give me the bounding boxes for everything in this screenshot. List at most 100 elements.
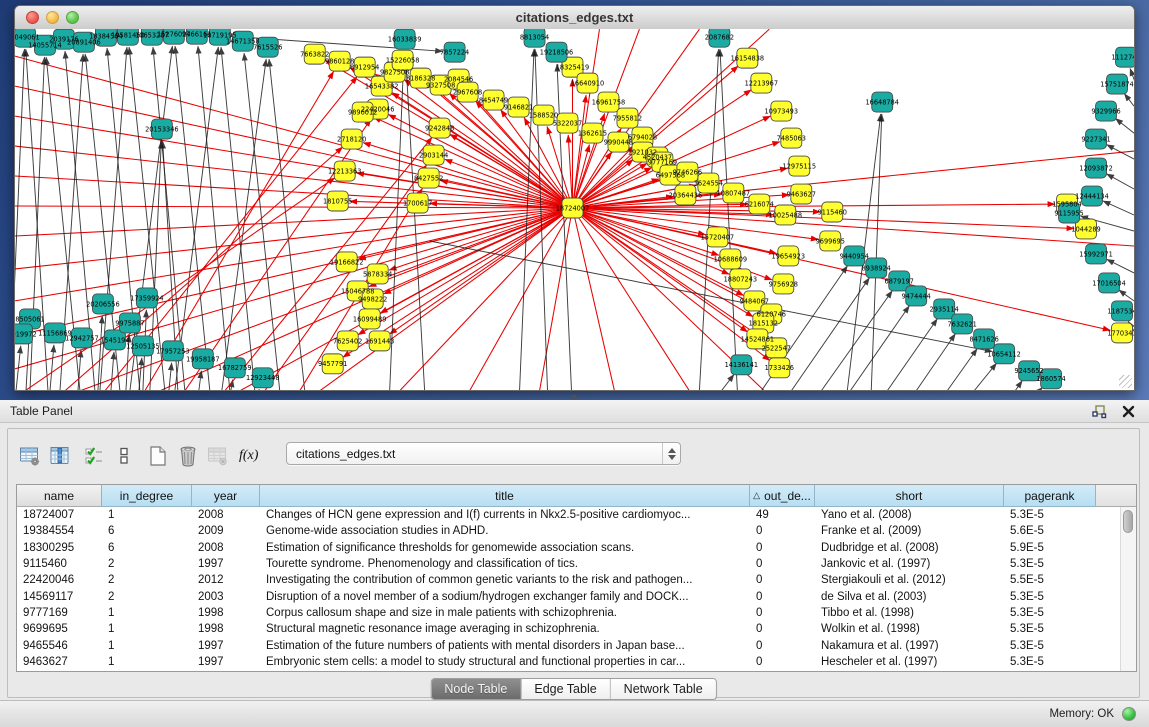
table-cell[interactable]: Nakamura et al. (1997): [815, 638, 1004, 654]
window-resize-grip[interactable]: [1119, 375, 1132, 388]
table-cell[interactable]: Estimation of significance thresholds fo…: [260, 540, 750, 556]
network-view-window[interactable]: citations_edges.txt 18724007766382298601…: [14, 5, 1135, 391]
graph-edge[interactable]: [887, 319, 937, 390]
table-cell[interactable]: 5.3E-5: [1004, 621, 1096, 637]
table-cell[interactable]: 1997: [192, 654, 260, 670]
graph-edge[interactable]: [389, 208, 572, 270]
table-cell[interactable]: Dudbridge et al. (2008): [815, 540, 1004, 556]
table-cell[interactable]: 1: [102, 507, 192, 523]
table-cell[interactable]: 18300295: [17, 540, 102, 556]
window-titlebar[interactable]: citations_edges.txt: [15, 6, 1134, 30]
table-row[interactable]: 946554611997Estimation of the future num…: [17, 637, 1136, 653]
graph-edge[interactable]: [15, 208, 573, 269]
table-cell[interactable]: 5.3E-5: [1004, 589, 1096, 605]
graph-edge[interactable]: [821, 291, 892, 390]
table-cell[interactable]: 0: [750, 638, 815, 654]
graph-edge[interactable]: [374, 117, 573, 208]
column-header-year[interactable]: year: [192, 485, 260, 507]
graph-edge[interactable]: [1015, 381, 1022, 390]
table-cell[interactable]: 19384554: [17, 523, 102, 539]
graph-edge[interactable]: [974, 363, 996, 390]
table-cell[interactable]: 0: [750, 621, 815, 637]
table-cell[interactable]: 5.5E-5: [1004, 572, 1096, 588]
table-cell[interactable]: 6: [102, 540, 192, 556]
graph-edge[interactable]: [871, 114, 882, 390]
table-cell[interactable]: Estimation of the future numbers of pati…: [260, 638, 750, 654]
table-cell[interactable]: 1998: [192, 621, 260, 637]
graph-edge[interactable]: [1103, 201, 1134, 215]
graph-edge[interactable]: [721, 374, 734, 390]
table-cell[interactable]: 49: [750, 507, 815, 523]
graph-edge[interactable]: [1107, 174, 1134, 189]
table-cell[interactable]: 0: [750, 572, 815, 588]
table-cell[interactable]: 5.3E-5: [1004, 556, 1096, 572]
table-cell[interactable]: 1: [102, 621, 192, 637]
graph-edge[interactable]: [175, 47, 218, 390]
network-canvas[interactable]: 1872400776638229860128891295416543382982…: [15, 29, 1134, 390]
table-row[interactable]: 969969511998Structural magnetic resonanc…: [17, 621, 1136, 637]
table-cell[interactable]: 5.3E-5: [1004, 638, 1096, 654]
table-cell[interactable]: 0: [750, 523, 815, 539]
table-cell[interactable]: Investigating the contribution of common…: [260, 572, 750, 588]
function-builder-icon[interactable]: f(x): [239, 448, 258, 464]
table-cell[interactable]: Structural magnetic resonance image aver…: [260, 621, 750, 637]
graph-edge[interactable]: [1124, 94, 1134, 106]
graph-edge[interactable]: [139, 358, 142, 390]
table-row[interactable]: 911546021997Tourette syndrome. Phenomeno…: [17, 556, 1136, 572]
table-cell[interactable]: 2009: [192, 523, 260, 539]
selection-mode-icon[interactable]: [81, 444, 107, 468]
table-cell[interactable]: 5.6E-5: [1004, 523, 1096, 539]
graph-edge[interactable]: [221, 47, 255, 390]
table-row[interactable]: 2242004622012Investigating the contribut…: [17, 572, 1136, 588]
delete-table-icon[interactable]: [175, 444, 201, 468]
graph-edge[interactable]: [573, 208, 719, 255]
table-cell[interactable]: 14569117: [17, 589, 102, 605]
table-cell[interactable]: 22420046: [17, 572, 102, 588]
memory-ok-indicator[interactable]: [1122, 707, 1136, 721]
table-cell[interactable]: 2003: [192, 589, 260, 605]
table-row[interactable]: 1938455462009Genome-wide association stu…: [17, 523, 1136, 539]
table-cell[interactable]: 9465546: [17, 638, 102, 654]
column-header-in_degree[interactable]: in_degree: [102, 485, 192, 507]
graph-edge[interactable]: [111, 352, 114, 390]
tab-network-table[interactable]: Network Table: [610, 679, 716, 699]
table-cell[interactable]: 1998: [192, 605, 260, 621]
table-cell[interactable]: Tibbo et al. (1998): [815, 605, 1004, 621]
graph-edge[interactable]: [50, 345, 54, 390]
graph-edge[interactable]: [1115, 118, 1134, 133]
table-cell[interactable]: 2008: [192, 540, 260, 556]
table-cell[interactable]: 2: [102, 556, 192, 572]
graph-edge[interactable]: [791, 278, 869, 390]
table-cell[interactable]: 1997: [192, 638, 260, 654]
table-cell[interactable]: Jankovic et al. (1997): [815, 556, 1004, 572]
table-cell[interactable]: Franke et al. (2009): [815, 523, 1004, 539]
table-cell[interactable]: 1: [102, 638, 192, 654]
table-cell[interactable]: 0: [750, 605, 815, 621]
table-cell[interactable]: Tourette syndrome. Phenomenology and cla…: [260, 556, 750, 572]
close-panel-icon[interactable]: [1120, 403, 1137, 420]
table-cell[interactable]: 18724007: [17, 507, 102, 523]
table-cell[interactable]: Genome-wide association studies in ADHD.: [260, 523, 750, 539]
column-header-out_de[interactable]: △out_de...: [750, 485, 815, 507]
table-settings-icon[interactable]: [17, 444, 43, 468]
table-cell[interactable]: 0: [750, 654, 815, 670]
graph-edge[interactable]: [384, 208, 573, 294]
table-cell[interactable]: Disruption of a novel member of a sodium…: [260, 589, 750, 605]
graph-edge[interactable]: [573, 208, 690, 390]
table-cell[interactable]: 2: [102, 589, 192, 605]
table-cell[interactable]: 9463627: [17, 654, 102, 670]
column-header-name[interactable]: name: [17, 485, 102, 507]
column-header-pagerank[interactable]: pagerank: [1004, 485, 1096, 507]
table-cell[interactable]: 2: [102, 572, 192, 588]
table-cell[interactable]: de Silva et al. (2003): [815, 589, 1004, 605]
graph-edge[interactable]: [1107, 259, 1134, 273]
table-cell[interactable]: 2008: [192, 507, 260, 523]
graph-edge[interactable]: [699, 49, 718, 390]
table-cell[interactable]: 0: [750, 589, 815, 605]
column-header-title[interactable]: title: [260, 485, 750, 507]
table-cell[interactable]: 9115460: [17, 556, 102, 572]
table-cell[interactable]: 0: [750, 540, 815, 556]
table-cell[interactable]: 5.3E-5: [1004, 605, 1096, 621]
tab-node-table[interactable]: Node Table: [431, 679, 520, 699]
table-cell[interactable]: 6: [102, 523, 192, 539]
